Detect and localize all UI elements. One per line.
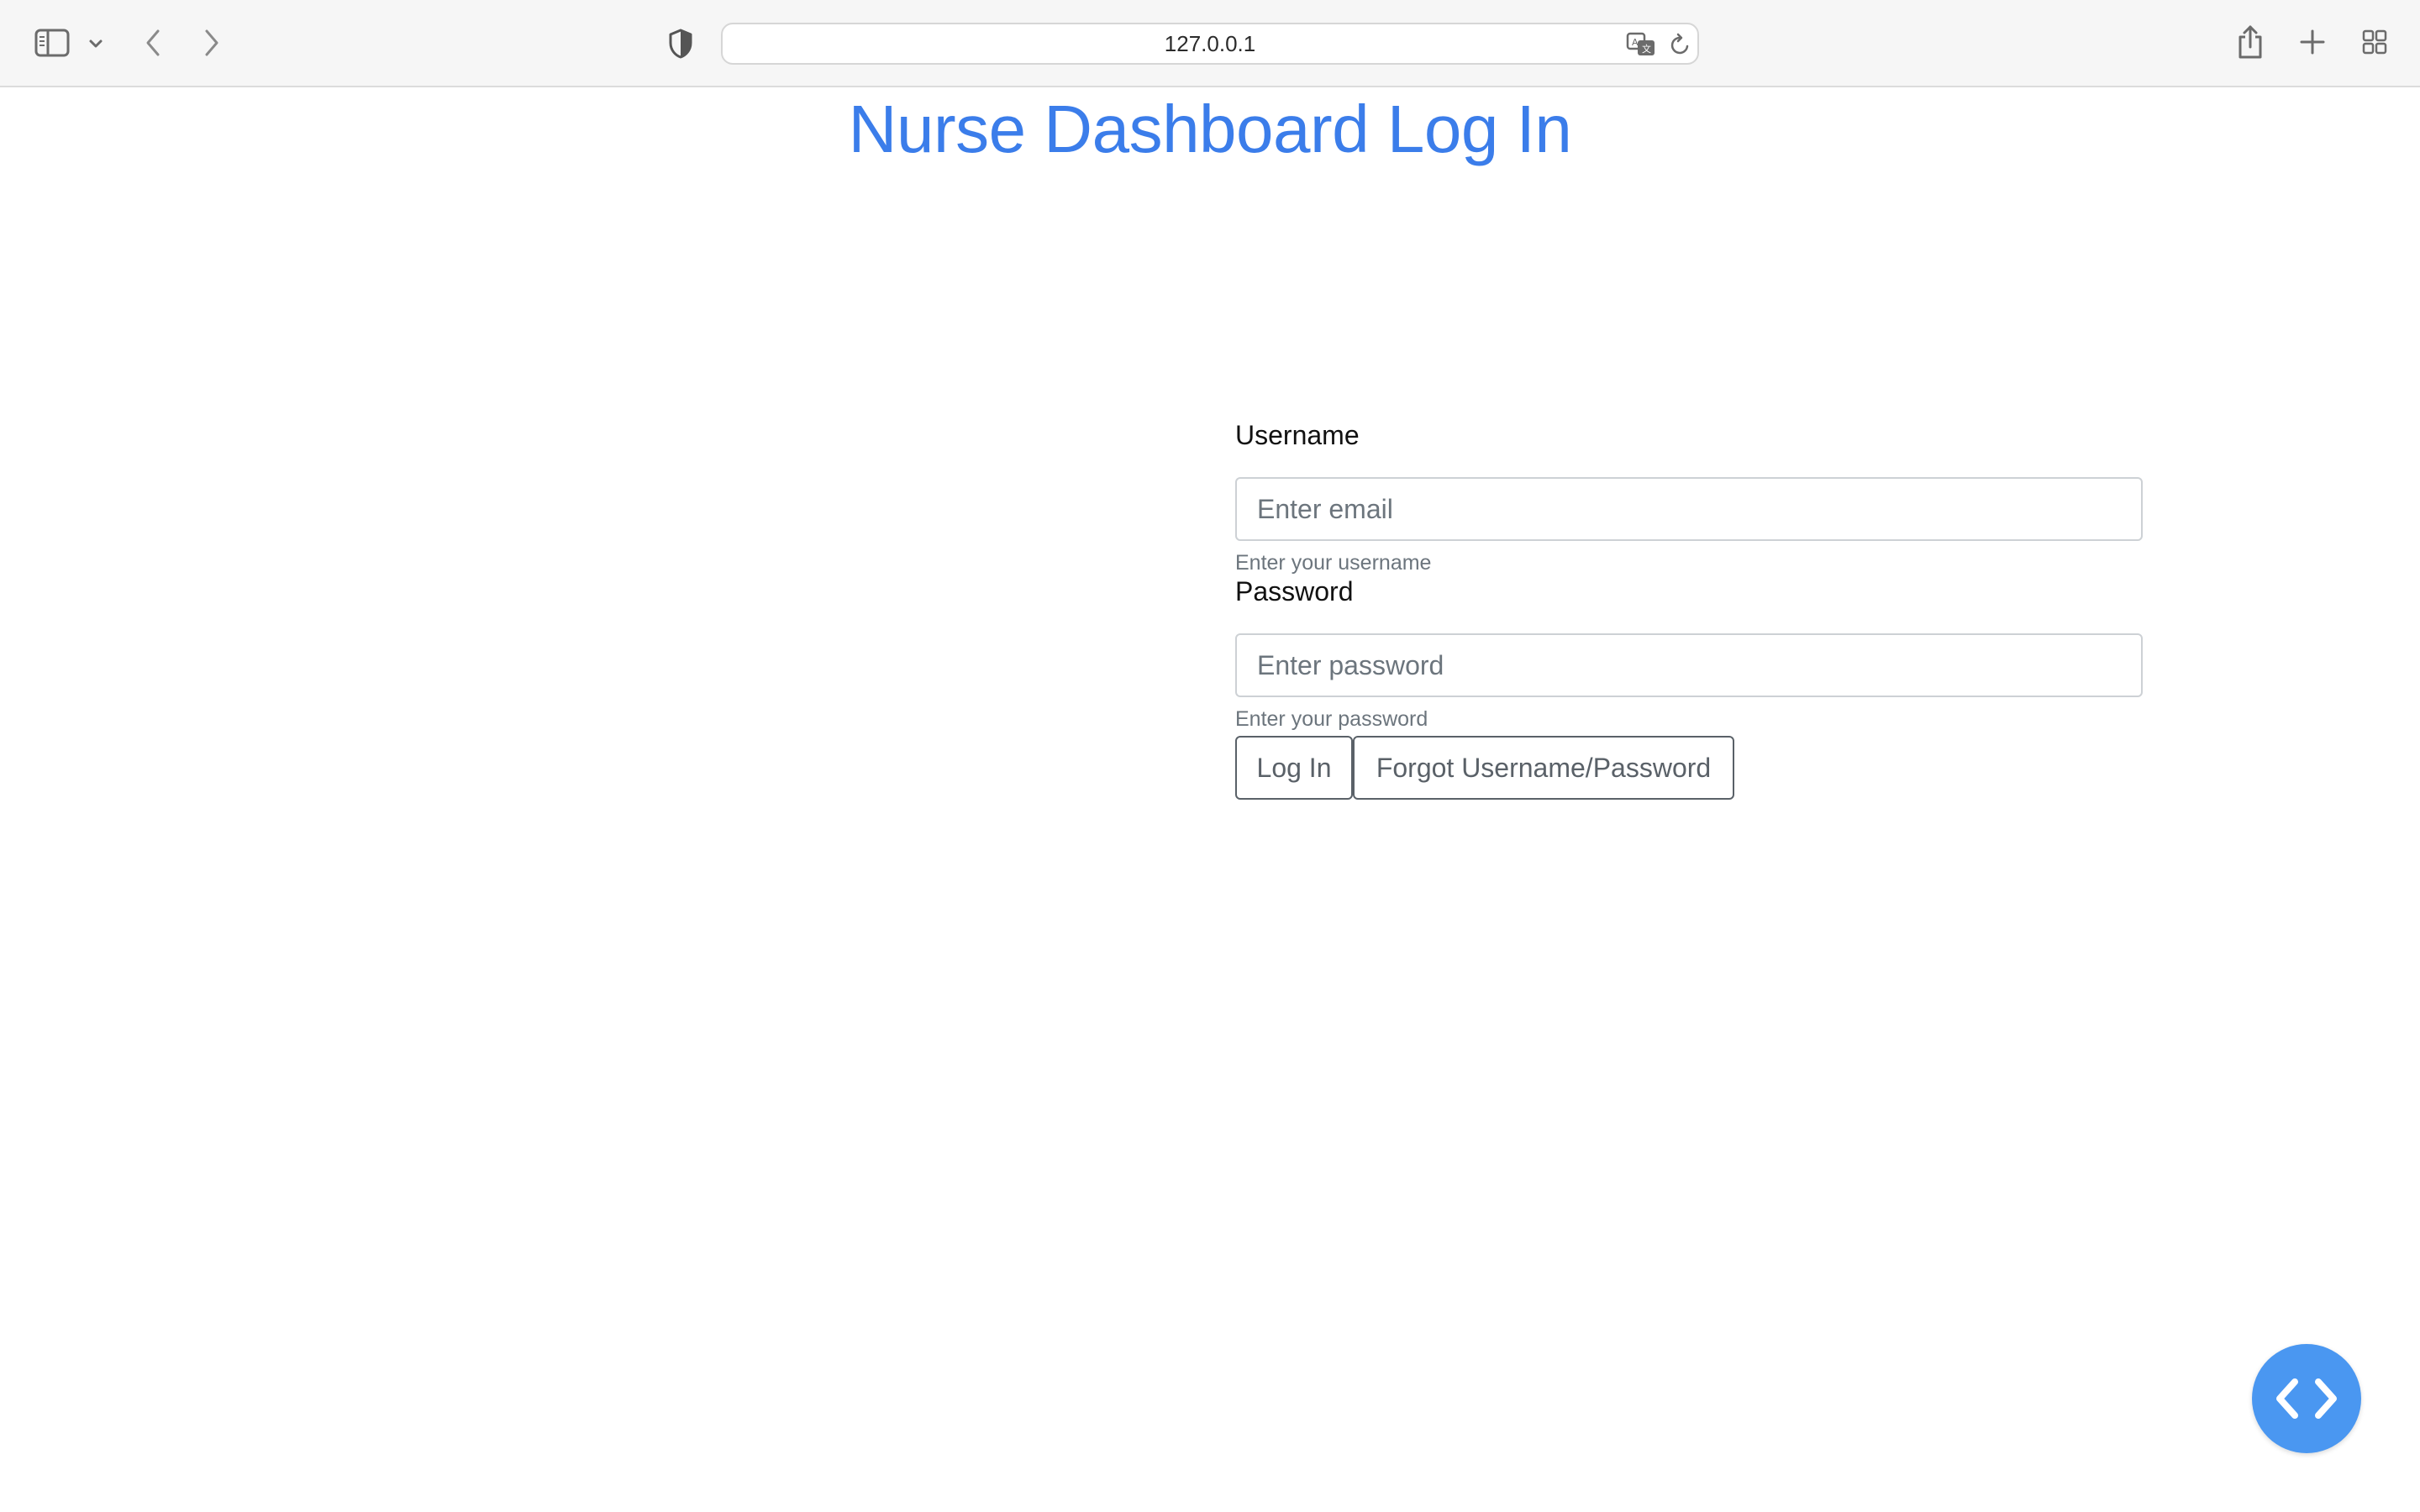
back-icon[interactable] — [139, 25, 166, 60]
sidebar-icon[interactable] — [32, 25, 72, 60]
forward-icon[interactable] — [198, 25, 225, 60]
grid-icon[interactable] — [2360, 27, 2390, 57]
password-help: Enter your password — [1235, 707, 1428, 731]
username-help: Enter your username — [1235, 551, 1432, 575]
svg-text:A: A — [1632, 37, 1639, 48]
password-input[interactable] — [1235, 633, 2143, 697]
translate-icon[interactable]: A 文 — [1625, 29, 1659, 60]
code-icon — [2271, 1375, 2342, 1422]
code-toggle-button[interactable] — [2252, 1344, 2361, 1453]
page-title: Nurse Dashboard Log In — [848, 92, 1572, 166]
login-button[interactable]: Log In — [1235, 736, 1353, 800]
forgot-credentials-button[interactable]: Forgot Username/Password — [1353, 736, 1734, 800]
password-label: Password — [1235, 576, 1354, 606]
username-label: Username — [1235, 420, 1360, 450]
plus-icon[interactable] — [2297, 27, 2328, 57]
svg-text:文: 文 — [1642, 43, 1651, 55]
browser-toolbar: 127.0.0.1 A 文 — [0, 0, 2420, 87]
username-input[interactable] — [1235, 477, 2143, 541]
address-bar[interactable]: 127.0.0.1 A 文 — [721, 23, 1699, 65]
share-icon[interactable] — [2235, 22, 2265, 62]
shield-icon[interactable] — [664, 25, 697, 62]
chevron-down-icon[interactable] — [84, 32, 108, 55]
url-text: 127.0.0.1 — [1164, 30, 1256, 56]
reload-icon[interactable] — [1667, 31, 1694, 58]
